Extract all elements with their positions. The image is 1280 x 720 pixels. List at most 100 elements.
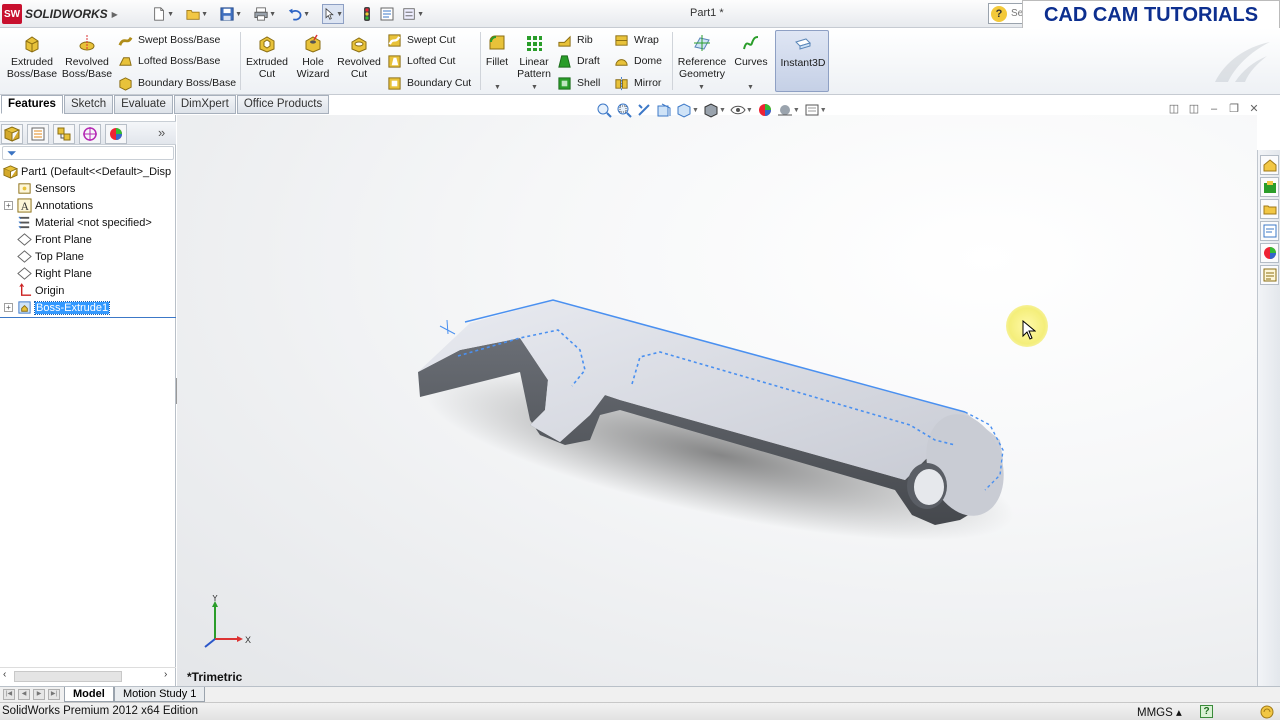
tile-horizontal-icon[interactable]: ◫ [1164,102,1184,118]
rib-button[interactable]: Rib [557,31,593,49]
scroll-left-icon[interactable]: ‹ [3,669,6,680]
tree-part-root[interactable]: Part1 (Default<<Default>_Disp [0,163,171,180]
swept-cut-button[interactable]: Swept Cut [387,31,455,49]
tile-vertical-icon[interactable]: ◫ [1184,102,1204,118]
apply-scene-button[interactable]: ▼ [777,100,800,120]
tab-model[interactable]: Model [64,687,114,702]
extruded-boss-button[interactable]: Extruded Boss/Base [6,32,58,90]
tab-evaluate[interactable]: Evaluate [114,95,173,114]
view-orientation-button[interactable]: ▼ [676,100,699,120]
section-view-button[interactable] [656,100,672,120]
reference-geometry-button[interactable]: Reference Geometry [676,32,728,90]
wrap-button[interactable]: Wrap [614,31,659,49]
lofted-boss-button[interactable]: Lofted Boss/Base [118,52,220,70]
graphics-area[interactable]: Y X [177,115,1257,687]
dome-button[interactable]: Dome [614,52,662,70]
options-button[interactable]: ▼ [402,4,424,24]
revolved-cut-button[interactable]: Revolved Cut [336,32,382,90]
open-button[interactable]: ▼ [186,4,208,24]
tab-features[interactable]: Features [1,95,63,114]
last-tab-nav-icon[interactable]: ▶| [48,689,60,700]
unit-system-selector[interactable]: MMGS ▴ [1137,705,1182,719]
appearances-tab[interactable] [1260,243,1279,263]
rebuild-button[interactable] [356,4,378,24]
expand-icon[interactable]: + [4,303,13,312]
lofted-cut-button[interactable]: Lofted Cut [387,52,455,70]
lofted-cut-icon [388,54,401,68]
rollback-bar[interactable] [0,317,176,318]
tree-item-material[interactable]: Material <not specified> [0,214,152,231]
linear-pattern-button[interactable]: Linear Pattern [515,32,553,90]
tab-dimxpert[interactable]: DimXpert [173,95,236,114]
new-document-button[interactable]: ▼ [152,4,174,24]
tab-motion-study-1[interactable]: Motion Study 1 [114,687,206,702]
svg-text:A: A [20,201,29,213]
collapse-panel-icon[interactable]: » [158,125,165,140]
next-tab-nav-icon[interactable]: ▶ [33,689,45,700]
tree-item-right-plane[interactable]: Right Plane [0,265,92,282]
file-explorer-tab[interactable] [1260,199,1279,219]
tree-item-top-plane[interactable]: Top Plane [0,248,84,265]
tree-item-annotations[interactable]: + A Annotations [0,197,93,214]
scroll-thumb[interactable] [14,671,122,682]
display-manager-tab[interactable] [105,124,127,144]
file-properties-button[interactable] [376,4,398,24]
solidworks-menu-button[interactable]: SW SOLIDWORKS ▶ [2,4,124,24]
curves-dropdown-icon[interactable]: ▼ [747,84,754,91]
close-icon[interactable]: ✕ [1244,102,1264,118]
model-view[interactable] [177,115,1257,687]
dimxpert-manager-tab[interactable] [79,124,101,144]
feature-tree-filter[interactable]: ⏷ [2,146,174,160]
tree-item-boss-extrude1[interactable]: + Boss-Extrude1 [0,299,111,316]
boundary-boss-button[interactable]: Boundary Boss/Base [118,74,236,92]
revolved-boss-button[interactable]: Revolved Boss/Base [62,32,112,90]
hide-show-items-button[interactable]: ▼ [730,100,753,120]
minimize-icon[interactable]: – [1204,102,1224,118]
boundary-cut-button[interactable]: Boundary Cut [387,74,471,92]
scroll-right-icon[interactable]: › [164,669,167,680]
zoom-to-area-button[interactable] [616,100,632,120]
feature-manager-pane: » ⏷ Part1 (Default<<Default>_Disp Sensor… [0,115,176,687]
fillet-button[interactable]: Fillet [484,32,510,90]
draft-button[interactable]: Draft [557,52,600,70]
extruded-cut-button[interactable]: Extruded Cut [244,32,290,90]
pattern-dropdown-icon[interactable]: ▼ [531,84,538,91]
zoom-to-fit-button[interactable] [596,100,612,120]
save-button[interactable]: ▼ [220,4,242,24]
reference-geometry-dropdown-icon[interactable]: ▼ [698,84,705,91]
edit-appearance-button[interactable] [757,100,773,120]
tab-sketch[interactable]: Sketch [63,95,114,114]
quick-tips-icon[interactable]: ? [1200,705,1213,718]
fillet-dropdown-icon[interactable]: ▼ [494,84,501,91]
solidworks-resources-tab[interactable] [1260,155,1279,175]
feature-tree-hscrollbar[interactable]: ‹ › [0,667,176,684]
view-settings-button[interactable]: ▼ [804,100,827,120]
previous-view-button[interactable] [636,100,652,120]
mirror-button[interactable]: Mirror [614,74,661,92]
feature-manager-tab[interactable] [1,124,23,144]
print-button[interactable]: ▼ [254,4,276,24]
property-manager-tab[interactable] [27,124,49,144]
tab-office-products[interactable]: Office Products [236,95,330,114]
instant3d-button[interactable]: Instant3D [775,30,829,92]
restore-icon[interactable]: ❐ [1224,102,1244,118]
view-palette-tab[interactable] [1260,221,1279,241]
custom-properties-tab[interactable] [1260,265,1279,285]
first-tab-nav-icon[interactable]: |◀ [3,689,15,700]
revolved-boss-label: Revolved Boss/Base [61,56,113,80]
swept-boss-button[interactable]: Swept Boss/Base [118,31,220,49]
select-button[interactable]: ▼ [322,4,344,24]
prev-tab-nav-icon[interactable]: ◀ [18,689,30,700]
expand-icon[interactable]: + [4,201,13,210]
undo-button[interactable]: ▼ [288,4,310,24]
rebuild-status-icon[interactable] [1260,705,1274,719]
hole-wizard-button[interactable]: Hole Wizard [292,32,334,90]
design-library-tab[interactable] [1260,177,1279,197]
curves-button[interactable]: Curves [732,32,770,90]
tree-item-sensors[interactable]: Sensors [0,180,75,197]
display-style-button[interactable]: ▼ [703,100,726,120]
shell-button[interactable]: Shell [557,74,600,92]
tree-item-origin[interactable]: Origin [0,282,64,299]
tree-item-front-plane[interactable]: Front Plane [0,231,92,248]
configuration-manager-tab[interactable] [53,124,75,144]
